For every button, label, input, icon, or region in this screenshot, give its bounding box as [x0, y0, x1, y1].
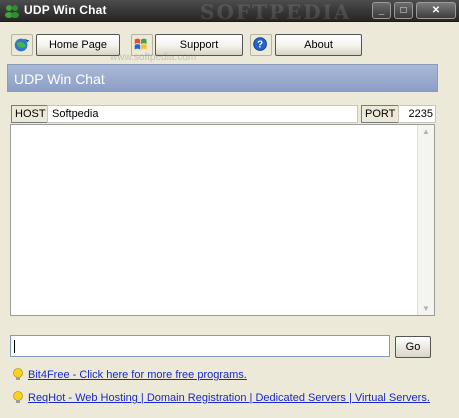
- close-button[interactable]: ✕: [416, 2, 456, 19]
- host-label: HOST: [11, 105, 50, 123]
- close-icon: ✕: [431, 5, 441, 16]
- header-banner: UDP Win Chat: [7, 64, 438, 92]
- text-caret: [14, 340, 15, 353]
- home-page-button[interactable]: Home Page: [36, 34, 120, 56]
- scroll-up-icon[interactable]: ▲: [422, 127, 430, 136]
- about-button[interactable]: About: [275, 34, 362, 56]
- svg-text:?: ?: [257, 40, 263, 51]
- chat-log[interactable]: ▲ ▼: [10, 124, 435, 316]
- minimize-button[interactable]: _: [372, 2, 391, 19]
- bit4free-link[interactable]: Bit4Free - Click here for more free prog…: [28, 369, 247, 381]
- scroll-down-icon[interactable]: ▼: [422, 304, 430, 313]
- help-icon[interactable]: ?: [250, 34, 272, 56]
- app-window: UDP Win Chat SOFTPEDIA _ □ ✕ Home Page S…: [0, 0, 459, 418]
- watermark-url: www.softpedia.com: [110, 52, 197, 63]
- chat-scrollbar[interactable]: ▲ ▼: [417, 125, 434, 315]
- window-title: UDP Win Chat: [24, 3, 107, 17]
- banner-title: UDP Win Chat: [14, 71, 105, 87]
- maximize-icon: □: [400, 5, 407, 16]
- globe-icon[interactable]: [11, 34, 33, 56]
- about-label: About: [304, 39, 333, 51]
- maximize-button[interactable]: □: [394, 2, 413, 19]
- host-field[interactable]: Softpedia: [47, 105, 358, 123]
- home-page-label: Home Page: [48, 39, 108, 51]
- go-button[interactable]: Go: [395, 336, 431, 358]
- minimize-icon: _: [378, 5, 385, 16]
- message-input[interactable]: [10, 335, 390, 357]
- reqhot-link[interactable]: ReqHot - Web Hosting | Domain Registrati…: [28, 392, 430, 404]
- watermark-text: SOFTPEDIA: [200, 0, 352, 24]
- lightbulb-icon: [13, 368, 23, 380]
- title-bar[interactable]: UDP Win Chat SOFTPEDIA _ □ ✕: [0, 0, 459, 24]
- app-users-icon: [5, 5, 19, 18]
- support-label: Support: [179, 39, 219, 51]
- port-field[interactable]: 2235: [398, 105, 436, 123]
- port-label: PORT: [361, 105, 400, 123]
- lightbulb-icon: [13, 391, 23, 403]
- go-label: Go: [405, 341, 421, 353]
